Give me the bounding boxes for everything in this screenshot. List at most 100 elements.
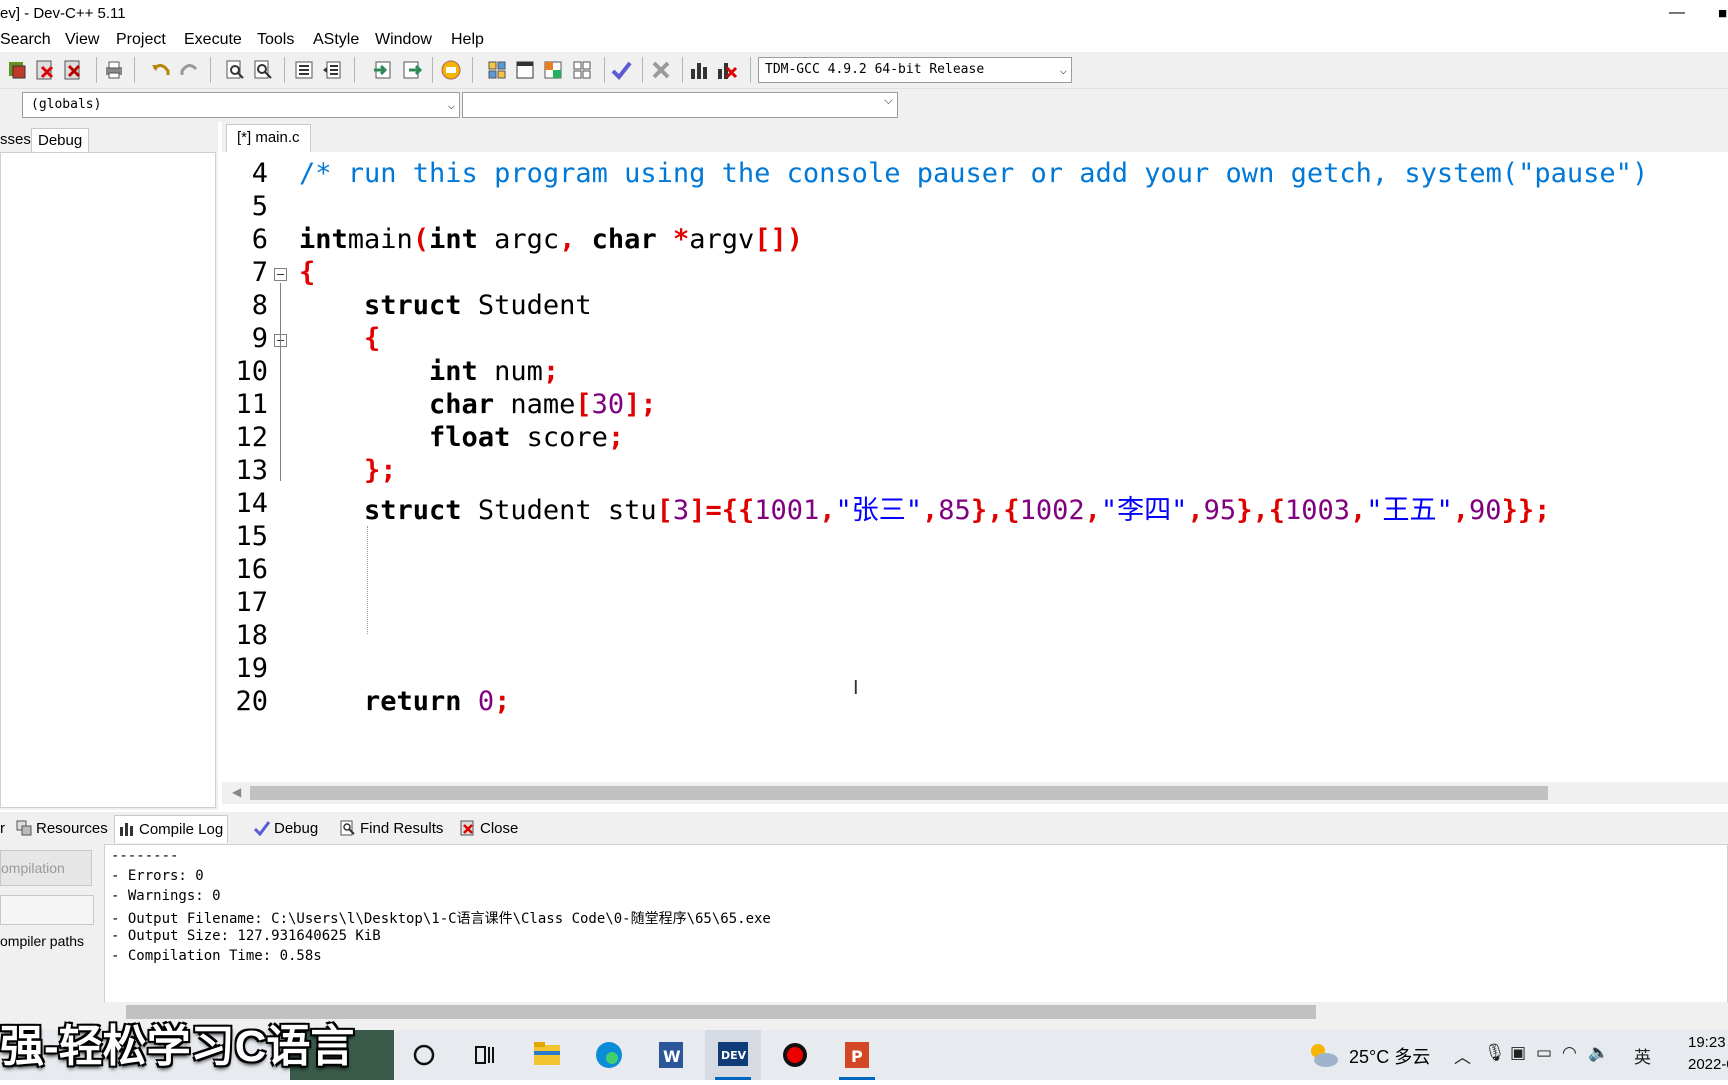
find-icon[interactable] [224,59,246,81]
indent-icon[interactable] [293,59,315,81]
class-bar: (globals) ⌵ ⌵ [0,89,1728,122]
menu-help[interactable]: Help [451,31,484,49]
goto-icon[interactable] [372,59,394,81]
remove-file-icon[interactable] [486,59,508,81]
tab-debug[interactable]: Debug [31,128,90,153]
close-all-icon[interactable] [62,59,84,81]
menu-astyle[interactable]: AStyle [313,31,359,49]
minimize-button[interactable]: — [1663,0,1691,28]
title-bar: ev] - Dev-C++ 5.11 — ■ [0,0,1728,28]
scrollbar-thumb[interactable] [250,786,1548,800]
code-line: float score; [429,422,625,453]
project-options-icon[interactable] [542,59,564,81]
redo-icon[interactable] [178,59,200,81]
shorten-paths-checkbox[interactable] [0,895,94,925]
toolbar-separator [354,57,355,83]
print-icon[interactable] [103,59,125,81]
profile-delete-icon[interactable] [716,59,738,81]
menu-tools[interactable]: Tools [257,31,294,49]
menu-execute[interactable]: Execute [184,31,242,49]
tab-main-c[interactable]: [*] main.c [226,124,311,153]
microphone-icon[interactable]: 🎙 [1484,1043,1506,1063]
code-line: return 0; [364,686,511,717]
check-icon [254,821,270,836]
undo-icon[interactable] [150,59,172,81]
tab-compiler[interactable]: r [0,815,5,842]
new-class-icon[interactable] [514,59,536,81]
menu-search[interactable]: Search [0,31,51,49]
file-explorer-icon[interactable] [519,1030,575,1080]
find-icon [340,820,355,836]
chevron-down-icon: ⌵ [883,93,893,107]
fold-collapse-icon[interactable] [274,268,287,281]
members-select[interactable]: ⌵ [462,92,898,118]
check-icon[interactable] [610,59,632,81]
cortana-icon[interactable] [396,1030,452,1080]
log-line: - Errors: 0 [111,868,204,884]
word-icon[interactable]: W [643,1030,699,1080]
scroll-left-icon[interactable]: ◀ [232,785,241,799]
save-all-icon[interactable] [6,59,28,81]
log-line: -------- [111,848,179,864]
view-options-icon[interactable] [571,59,593,81]
edge-icon[interactable] [581,1030,637,1080]
chevron-down-icon: ⌵ [1059,63,1067,77]
stop-icon[interactable] [650,59,672,81]
ime-indicator[interactable]: 英 [1634,1043,1651,1068]
tab-debug-output[interactable]: Debug [254,815,318,842]
task-view-icon[interactable] [456,1030,512,1080]
text-cursor-icon: I [853,677,859,699]
log-line: - Output Size: 127.931640625 KiB [111,928,381,944]
line-number: 13 [235,455,268,486]
compiler-select-value: TDM-GCC 4.9.2 64-bit Release [765,62,985,77]
indent-guide [367,526,368,634]
replace-icon[interactable] [252,59,274,81]
bookmark-icon[interactable] [400,59,422,81]
unindent-icon[interactable] [321,59,343,81]
chevron-up-icon[interactable]: ︿ [1454,1043,1471,1068]
editor-horizontal-scrollbar[interactable]: ◀ [222,782,1728,804]
svg-text:P: P [851,1047,863,1066]
line-number: 8 [251,290,268,321]
line-number: 20 [235,686,268,717]
code-line: struct Student stu[3]={{1001,"张三",85},{1… [364,495,1551,526]
menu-view[interactable]: View [65,31,99,49]
project-panel: sses Debug [0,122,218,810]
line-number: 7 [251,257,268,288]
scope-select-value: (globals) [31,97,102,112]
toolbar-separator [682,57,683,83]
weather-icon[interactable] [1306,1040,1340,1070]
tab-resources[interactable]: Resources [16,815,108,842]
menu-project[interactable]: Project [116,31,166,49]
weather-text[interactable]: 25°C 多云 [1349,1043,1430,1069]
log-line: - Compilation Time: 0.58s [111,948,322,964]
record-icon[interactable] [767,1030,823,1080]
maximize-button[interactable]: ■ [1718,0,1728,28]
code-line: }; [364,455,397,486]
tab-close[interactable]: Close [460,815,518,842]
clock[interactable]: 19:23 2022-06- [1688,1032,1728,1076]
svg-text:DEV: DEV [721,1049,747,1062]
toolbar-separator [750,57,751,83]
battery-icon[interactable]: ▭ [1536,1043,1552,1063]
toolbar-separator [604,57,605,83]
code-line: char name[30]; [429,389,657,420]
project-tree[interactable] [0,152,216,808]
chart-icon[interactable] [688,59,710,81]
volume-icon[interactable]: 🔈 [1588,1043,1609,1063]
screen-icon[interactable]: ▣ [1510,1043,1526,1063]
abort-compilation-button[interactable]: ompilation [0,850,92,886]
wifi-icon[interactable]: ◠ [1562,1043,1577,1063]
menu-window[interactable]: Window [375,31,432,49]
powerpoint-taskbar-item[interactable]: P [829,1030,885,1080]
devcpp-taskbar-item[interactable]: DEV [705,1030,761,1080]
compile-log-output[interactable]: -------- - Errors: 0 - Warnings: 0 - Out… [104,844,1728,1004]
code-line: { [364,323,381,354]
tab-find-results[interactable]: Find Results [340,815,443,842]
compiler-select[interactable]: TDM-GCC 4.9.2 64-bit Release ⌵ [758,57,1072,83]
scope-select[interactable]: (globals) ⌵ [22,92,460,118]
add-file-icon[interactable] [440,59,462,81]
code-editor[interactable]: 4 5 6 7 8 9 10 11 12 13 14 15 16 17 18 19 20 /* run this… [222,152,1728,782]
tab-compile-log[interactable]: Compile Log [114,815,229,843]
close-icon[interactable] [34,59,56,81]
